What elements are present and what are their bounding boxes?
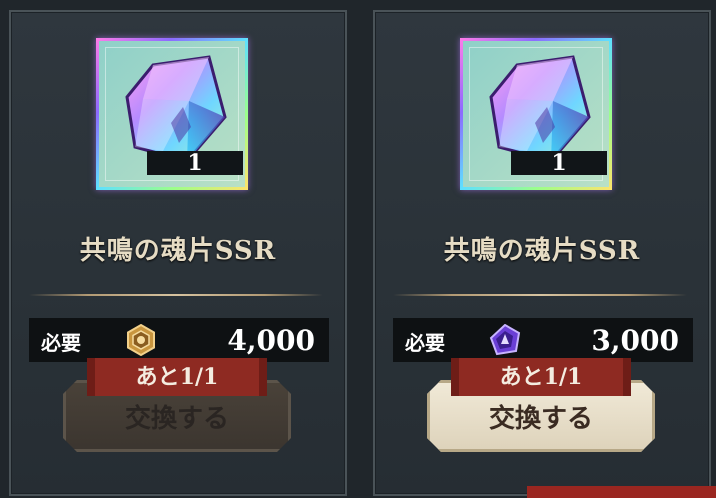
remaining-count-tag: あと1/1 — [87, 358, 267, 396]
item-quantity: 1 — [147, 151, 243, 175]
cost-value: 4,000 — [227, 324, 315, 357]
shop-item-card: 1 共鳴の魂片SSR 必要 4,000 あと1/1 交換する — [9, 10, 347, 496]
cost-row: 必要 3,000 — [393, 318, 693, 362]
gold-hexagon-medal-icon — [127, 324, 155, 356]
item-name: 共鳴の魂片SSR — [79, 236, 277, 266]
divider — [393, 291, 687, 299]
partial-card-ribbon — [527, 486, 716, 498]
item-name: 共鳴の魂片SSR — [443, 236, 641, 266]
item-icon-frame[interactable]: 1 — [96, 38, 248, 190]
purple-crystal-token-icon — [489, 324, 521, 356]
shop-item-card: 1 共鳴の魂片SSR 必要 3,000 あと1/1 交換する — [373, 10, 711, 496]
cost-value: 3,000 — [591, 324, 679, 357]
cost-label: 必要 — [41, 331, 81, 355]
divider — [29, 291, 323, 299]
remaining-count-tag: あと1/1 — [451, 358, 631, 396]
cost-label: 必要 — [405, 331, 445, 355]
cost-row: 必要 4,000 — [29, 318, 329, 362]
item-quantity: 1 — [511, 151, 607, 175]
item-icon-frame[interactable]: 1 — [460, 38, 612, 190]
